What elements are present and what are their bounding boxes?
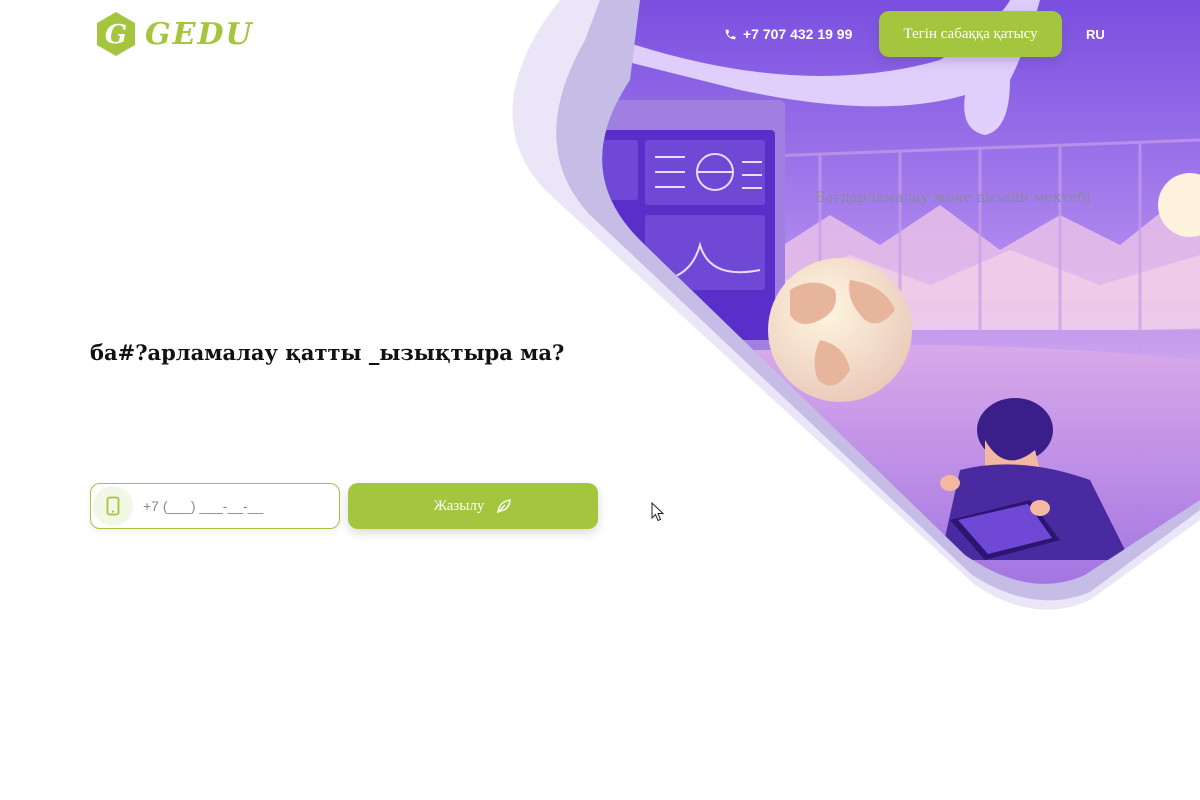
leaf-icon	[497, 499, 512, 514]
free-lesson-button[interactable]: Тегін сабаққа қатысу	[879, 11, 1062, 57]
mobile-phone-icon	[93, 486, 133, 526]
logo-text: GEDU	[145, 16, 254, 52]
phone-icon	[725, 29, 736, 39]
hexagon-g-logo-icon: G	[97, 12, 135, 56]
svg-text:G: G	[105, 20, 127, 50]
header-phone-number: +7 707 432 19 99	[743, 26, 853, 42]
signup-button-label: Жазылу	[433, 497, 485, 514]
header-phone-link[interactable]: +7 707 432 19 99	[724, 26, 852, 42]
school-tagline: Бағдарламалау және дизайн мектебі	[815, 190, 1091, 206]
phone-input-field[interactable]	[90, 483, 340, 529]
logo[interactable]: G GEDU	[95, 11, 254, 57]
mouse-cursor-icon	[651, 502, 665, 522]
hero-heading: ба#?арламалау қатты _ызықтыра ма?	[90, 340, 565, 365]
language-switch[interactable]: RU	[1086, 27, 1105, 42]
signup-button[interactable]: Жазылу	[348, 483, 598, 529]
hero-illustration	[512, 0, 1200, 610]
phone-input[interactable]	[143, 498, 323, 514]
